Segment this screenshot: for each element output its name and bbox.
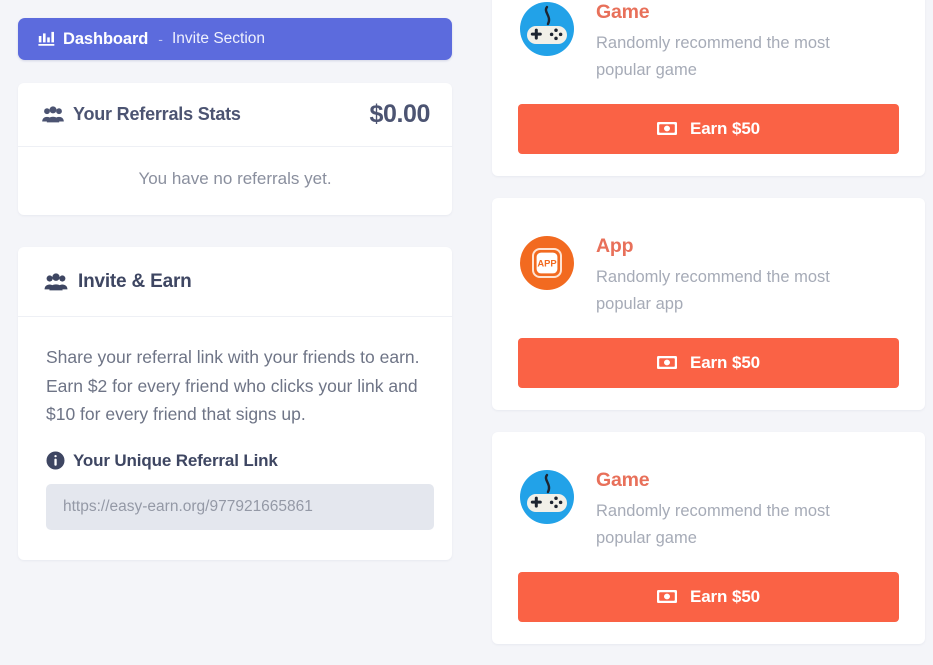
breadcrumb: Dashboard - Invite Section (18, 18, 452, 60)
invite-earn-title: Invite & Earn (78, 271, 192, 292)
offer-description: Randomly recommend the most popular app (596, 268, 830, 314)
left-column: Dashboard - Invite Section Your Referral… (0, 0, 470, 560)
app-icon-text: APP (537, 257, 556, 268)
users-icon (42, 106, 64, 123)
gamepad-icon (518, 0, 576, 58)
money-bill-icon (656, 590, 677, 604)
offer-header: Game Randomly recommend the most popular… (518, 0, 899, 84)
offer-meta: Game Randomly recommend the most popular… (596, 0, 899, 84)
offer-title: Game (596, 468, 650, 491)
info-circle-icon (46, 451, 65, 470)
right-column: Game Randomly recommend the most popular… (470, 0, 933, 644)
offer-description: Randomly recommend the most popular game (596, 502, 830, 547)
users-icon (44, 273, 68, 291)
breadcrumb-parent[interactable]: Invite Section (172, 30, 265, 48)
breadcrumb-current[interactable]: Dashboard (63, 30, 148, 49)
earn-button[interactable]: Earn $50 (518, 571, 899, 622)
referrals-stats-title: Your Referrals Stats (73, 104, 241, 124)
referrals-stats-card: Your Referrals Stats $0.00 You have no r… (18, 83, 452, 215)
offer-meta: App Randomly recommend the most popular … (596, 234, 899, 318)
offer-header: Game Randomly recommend the most popular… (518, 454, 899, 552)
offer-meta: Game Randomly recommend the most popular… (596, 468, 899, 552)
referrals-empty-message: You have no referrals yet. (138, 169, 332, 188)
earn-button-label: Earn $50 (689, 118, 761, 138)
offer-title: Game (596, 1, 650, 23)
offer-title: App (596, 234, 634, 257)
app-icon: APP (518, 234, 576, 292)
offer-card: APP App Randomly recommend the most popu… (492, 197, 925, 410)
referrals-stats-amount: $0.00 (369, 100, 430, 128)
offer-description: Randomly recommend the most popular game (596, 34, 830, 80)
earn-button[interactable]: Earn $50 (518, 337, 899, 388)
offer-card: Game Randomly recommend the most popular… (492, 431, 925, 644)
earn-button[interactable]: Earn $50 (518, 103, 899, 154)
referral-link-label-group: Your Unique Referral Link (46, 451, 426, 471)
earn-button-label: Earn $50 (689, 352, 761, 372)
offer-card: Game Randomly recommend the most popular… (492, 0, 925, 176)
offer-header: APP App Randomly recommend the most popu… (518, 220, 899, 318)
invite-earn-card: Invite & Earn Share your referral link w… (18, 247, 452, 560)
gamepad-icon (518, 468, 576, 526)
money-bill-icon (656, 122, 677, 136)
earn-button-label: Earn $50 (689, 586, 761, 606)
invite-earn-header: Invite & Earn (18, 247, 452, 317)
referral-link-input[interactable] (46, 483, 434, 530)
money-bill-icon (656, 356, 677, 370)
invite-earn-body: Share your referral link with your frien… (18, 317, 452, 560)
invite-earn-description: Share your referral link with your frien… (46, 347, 420, 425)
referral-link-label: Your Unique Referral Link (73, 450, 278, 470)
referrals-stats-title-group: Your Referrals Stats (42, 104, 241, 125)
referrals-stats-header: Your Referrals Stats $0.00 (18, 83, 452, 147)
breadcrumb-separator: - (158, 31, 163, 47)
page-root: Dashboard - Invite Section Your Referral… (0, 0, 933, 665)
chart-bar-icon (38, 31, 55, 47)
